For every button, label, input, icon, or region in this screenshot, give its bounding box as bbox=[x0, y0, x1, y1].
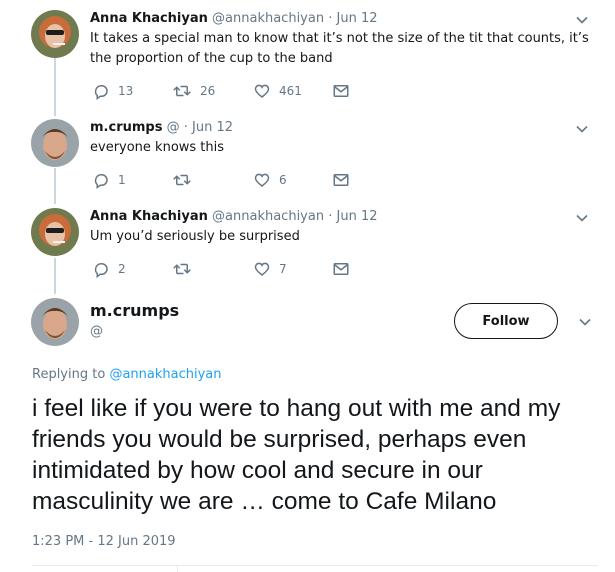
follow-button[interactable]: Follow bbox=[454, 303, 558, 339]
like-count: 7 bbox=[279, 262, 287, 276]
chevron-down-icon[interactable] bbox=[574, 121, 590, 137]
tweet-actions: 1 6 bbox=[90, 169, 390, 191]
dm-action[interactable] bbox=[332, 169, 350, 191]
separator: · bbox=[183, 120, 188, 135]
avatar[interactable] bbox=[31, 208, 79, 256]
divider bbox=[32, 565, 598, 566]
retweet-icon bbox=[173, 85, 191, 97]
tweet-date[interactable]: Jun 12 bbox=[337, 209, 378, 224]
avatar[interactable] bbox=[31, 298, 79, 346]
reply-action[interactable]: 2 bbox=[92, 258, 126, 280]
tweet-text: Um you’d seriously be surprised bbox=[90, 229, 300, 244]
like-action[interactable]: 6 bbox=[253, 169, 287, 191]
dm-action[interactable] bbox=[332, 80, 350, 102]
separator: · bbox=[328, 209, 333, 224]
author-handle[interactable]: @annakhachiyan bbox=[212, 209, 324, 224]
author-name[interactable]: m.crumps bbox=[90, 301, 179, 320]
avatar[interactable] bbox=[31, 10, 79, 58]
reply-icon bbox=[94, 262, 108, 278]
chevron-down-icon[interactable] bbox=[574, 210, 590, 226]
avatar[interactable] bbox=[31, 119, 79, 167]
tweet-actions: 13 26 461 bbox=[90, 80, 390, 102]
like-action[interactable]: 461 bbox=[253, 80, 302, 102]
tweet-actions: 2 7 bbox=[90, 258, 390, 280]
like-action[interactable]: 7 bbox=[253, 258, 287, 280]
author-name[interactable]: Anna Khachiyan bbox=[90, 11, 208, 26]
thread-tweet[interactable]: Anna Khachiyan @annakhachiyan · Jun 12 U… bbox=[0, 208, 615, 288]
reply-action[interactable]: 1 bbox=[92, 169, 126, 191]
replying-to: Replying to @annakhachiyan bbox=[32, 367, 221, 382]
replying-prefix: Replying to bbox=[32, 367, 106, 382]
reply-count: 13 bbox=[118, 84, 134, 98]
like-icon bbox=[254, 173, 270, 187]
author-handle[interactable]: @annakhachiyan bbox=[212, 11, 324, 26]
dm-action[interactable] bbox=[332, 258, 350, 280]
tweet-date[interactable]: Jun 12 bbox=[337, 11, 378, 26]
thread-tweet[interactable]: Anna Khachiyan @annakhachiyan · Jun 12 I… bbox=[0, 10, 615, 110]
reply-action[interactable]: 13 bbox=[92, 80, 133, 102]
separator: · bbox=[328, 11, 333, 26]
reply-count: 2 bbox=[118, 262, 126, 276]
retweet-icon bbox=[173, 174, 191, 186]
retweet-action[interactable]: 26 bbox=[172, 80, 215, 102]
divider bbox=[177, 565, 178, 572]
author-handle[interactable]: @ bbox=[90, 324, 103, 339]
tweet-date[interactable]: Jun 12 bbox=[192, 120, 233, 135]
dm-icon bbox=[333, 85, 349, 97]
chevron-down-icon[interactable] bbox=[577, 314, 593, 330]
dm-icon bbox=[333, 263, 349, 275]
main-tweet-text: i feel like if you were to hang out with… bbox=[32, 395, 561, 515]
reply-icon bbox=[94, 84, 108, 100]
dm-icon bbox=[333, 174, 349, 186]
retweet-action[interactable] bbox=[172, 169, 200, 191]
tweet-text: It takes a special man to know that it’s… bbox=[90, 31, 589, 66]
retweet-count: 26 bbox=[200, 84, 216, 98]
author-handle[interactable]: @ bbox=[167, 120, 180, 135]
tweet-text: everyone knows this bbox=[90, 140, 225, 155]
author-name[interactable]: m.crumps bbox=[90, 120, 162, 135]
tweet-header: Anna Khachiyan @annakhachiyan · Jun 12 bbox=[90, 208, 378, 226]
author-name[interactable]: Anna Khachiyan bbox=[90, 209, 208, 224]
thread-tweet[interactable]: m.crumps @ · Jun 12 everyone knows this … bbox=[0, 119, 615, 199]
like-count: 461 bbox=[279, 84, 302, 98]
retweet-icon bbox=[173, 263, 191, 275]
reply-count: 1 bbox=[118, 173, 126, 187]
retweet-action[interactable] bbox=[172, 258, 200, 280]
replying-to-link[interactable]: @annakhachiyan bbox=[109, 367, 221, 382]
tweet-header: m.crumps @ · Jun 12 bbox=[90, 119, 233, 137]
like-count: 6 bbox=[279, 173, 287, 187]
like-icon bbox=[254, 262, 270, 276]
tweet-timestamp[interactable]: 1:23 PM - 12 Jun 2019 bbox=[32, 534, 176, 549]
reply-icon bbox=[94, 173, 108, 189]
chevron-down-icon[interactable] bbox=[574, 12, 590, 28]
like-icon bbox=[254, 84, 270, 98]
tweet-header: Anna Khachiyan @annakhachiyan · Jun 12 bbox=[90, 10, 378, 28]
